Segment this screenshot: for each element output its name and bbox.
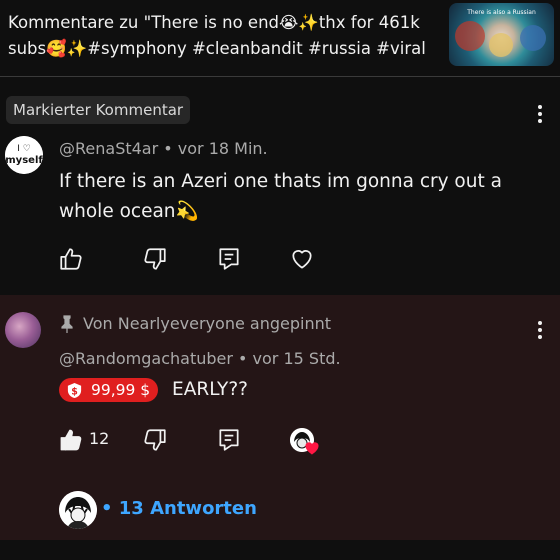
heart-icon — [305, 442, 319, 455]
header-title: Kommentare zu "There is no end😭✨thx for … — [8, 13, 426, 58]
highlighted-comment-badge: Markierter Kommentar — [6, 96, 191, 124]
pinned-by-text: Von Nearlyeveryone angepinnt — [83, 314, 331, 333]
comments-header: Kommentare zu "There is no end😭✨thx for … — [0, 0, 560, 76]
more-options-icon[interactable] — [528, 316, 552, 344]
dislike-icon[interactable] — [142, 246, 168, 272]
like-count: 12 — [89, 429, 110, 448]
avatar-text: myself — [5, 155, 43, 166]
avatar[interactable]: I ♡ myself — [5, 136, 43, 174]
comment-text: EARLY?? — [172, 379, 248, 400]
super-thanks-badge: $ 99,99 $ — [59, 378, 159, 402]
svg-text:I ♡: I ♡ — [17, 144, 31, 154]
dollar-coin-icon: $ — [67, 382, 82, 398]
reply-author-avatar — [59, 491, 97, 529]
comment-author-line[interactable]: @Randomgachatuber • vor 15 Std. — [59, 349, 341, 368]
header-divider — [0, 76, 560, 77]
super-thanks-amount: 99,99 $ — [91, 381, 151, 399]
reply-icon[interactable] — [216, 246, 242, 272]
like-icon[interactable] — [58, 246, 84, 272]
like-icon[interactable] — [58, 427, 84, 453]
dislike-icon[interactable] — [142, 427, 168, 453]
thumb-figure — [455, 21, 485, 51]
thumb-figure — [520, 25, 546, 51]
bottom-bar — [0, 540, 560, 560]
comment-text: If there is an Azeri one thats im gonna … — [59, 171, 502, 222]
pinned-by-label: Von Nearlyeveryone angepinnt — [59, 314, 331, 333]
video-thumbnail[interactable]: There is also a Russian — [449, 3, 554, 66]
comment-author-line[interactable]: @RenaSt4ar • vor 18 Min. — [59, 139, 268, 158]
reply-icon[interactable] — [216, 427, 242, 453]
thumb-figure — [489, 33, 513, 57]
heart-icon[interactable] — [289, 246, 315, 272]
avatar[interactable] — [5, 312, 41, 348]
pin-icon — [61, 314, 73, 333]
svg-text:$: $ — [71, 386, 78, 397]
more-options-icon[interactable] — [528, 100, 552, 128]
replies-link[interactable]: • 13 Antworten — [101, 498, 257, 519]
thumb-caption: There is also a Russian — [467, 9, 536, 16]
